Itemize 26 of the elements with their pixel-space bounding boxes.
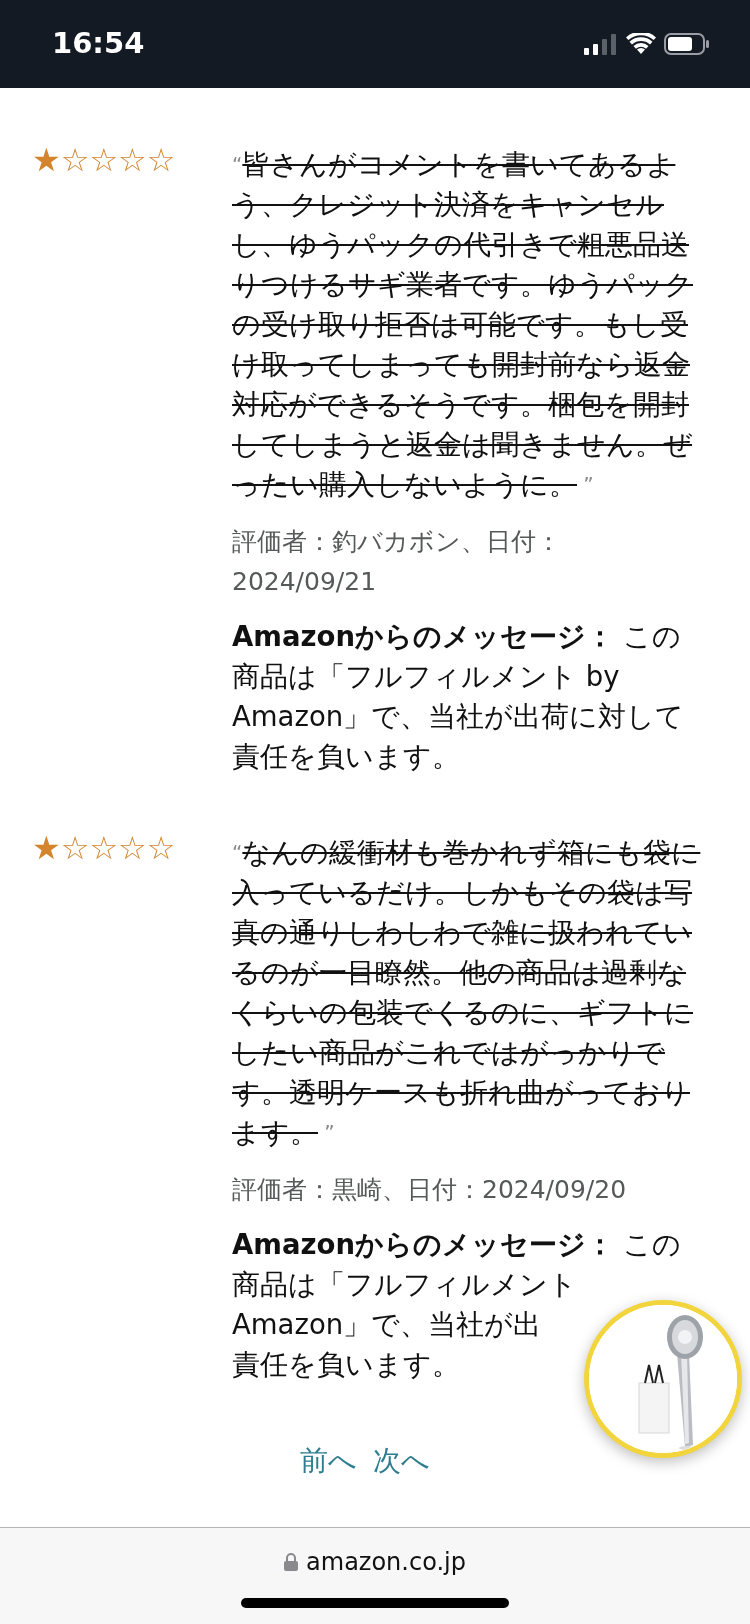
amazon-message-line: 商品は「フルフィルメント	[232, 1267, 577, 1302]
clock-time: 16:54	[52, 25, 145, 63]
url-text[interactable]: amazon.co.jp	[306, 1544, 466, 1580]
empty-star-icon: ☆	[146, 144, 176, 176]
empty-star-icon: ☆	[60, 832, 90, 864]
amazon-message-line: Amazonからのメッセージ： この	[232, 1227, 681, 1262]
reviewer-byline: 評価者：釣バカボン、日付：2024/09/21	[232, 526, 562, 598]
amazon-message-line: Amazon」で、当社が出	[232, 1307, 542, 1342]
empty-star-icon: ☆	[118, 144, 147, 176]
empty-star-icon: ☆	[146, 832, 176, 864]
signal-icon	[584, 33, 618, 55]
battery-icon	[664, 33, 710, 55]
previous-page-link[interactable]: 前へ	[300, 1440, 357, 1482]
wifi-icon	[626, 33, 656, 55]
empty-star-icon: ☆	[89, 144, 119, 176]
empty-star-icon: ☆	[89, 832, 119, 864]
filled-star-icon: ★	[32, 144, 61, 176]
review-text: “なんの緩衝材も巻かれず箱にも袋に入っているだけ。しかもその袋は写真の通りしわしわで雑に扱われているのが一目瞭然。他の商品は過剰なくらいの包装でくるのに、ギフトにしたい商品がこれではがっかりです。透明ケースも折れ曲がっております。 ”	[232, 835, 702, 1150]
amazon-message: Amazonからのメッセージ： この商品は「フルフィルメント by Amazon」で、当社が出荷に対して責任を負います。	[232, 619, 686, 774]
empty-star-icon: ☆	[118, 832, 147, 864]
review-text: “皆さんがコメントを書いてあるよう、クレジット決済をキャンセルし、ゆうパックの代引きで粗悪品送りつけるサギ業者です。ゆうパックの受け取り拒否は可能です。もし受け取ってしまっても開封前なら返金対応ができるそうです。梱包を開封してしまうと返金は聞きません。ぜったい購入しないように。 ”	[232, 147, 694, 502]
empty-star-icon: ☆	[60, 144, 90, 176]
next-page-link[interactable]: 次へ	[373, 1440, 430, 1482]
reviewer-byline: 評価者：黒崎、日付：2024/09/20	[232, 1174, 628, 1206]
filled-star-icon: ★	[32, 832, 61, 864]
amazon-message-line: 責任を負います。	[232, 1347, 460, 1382]
